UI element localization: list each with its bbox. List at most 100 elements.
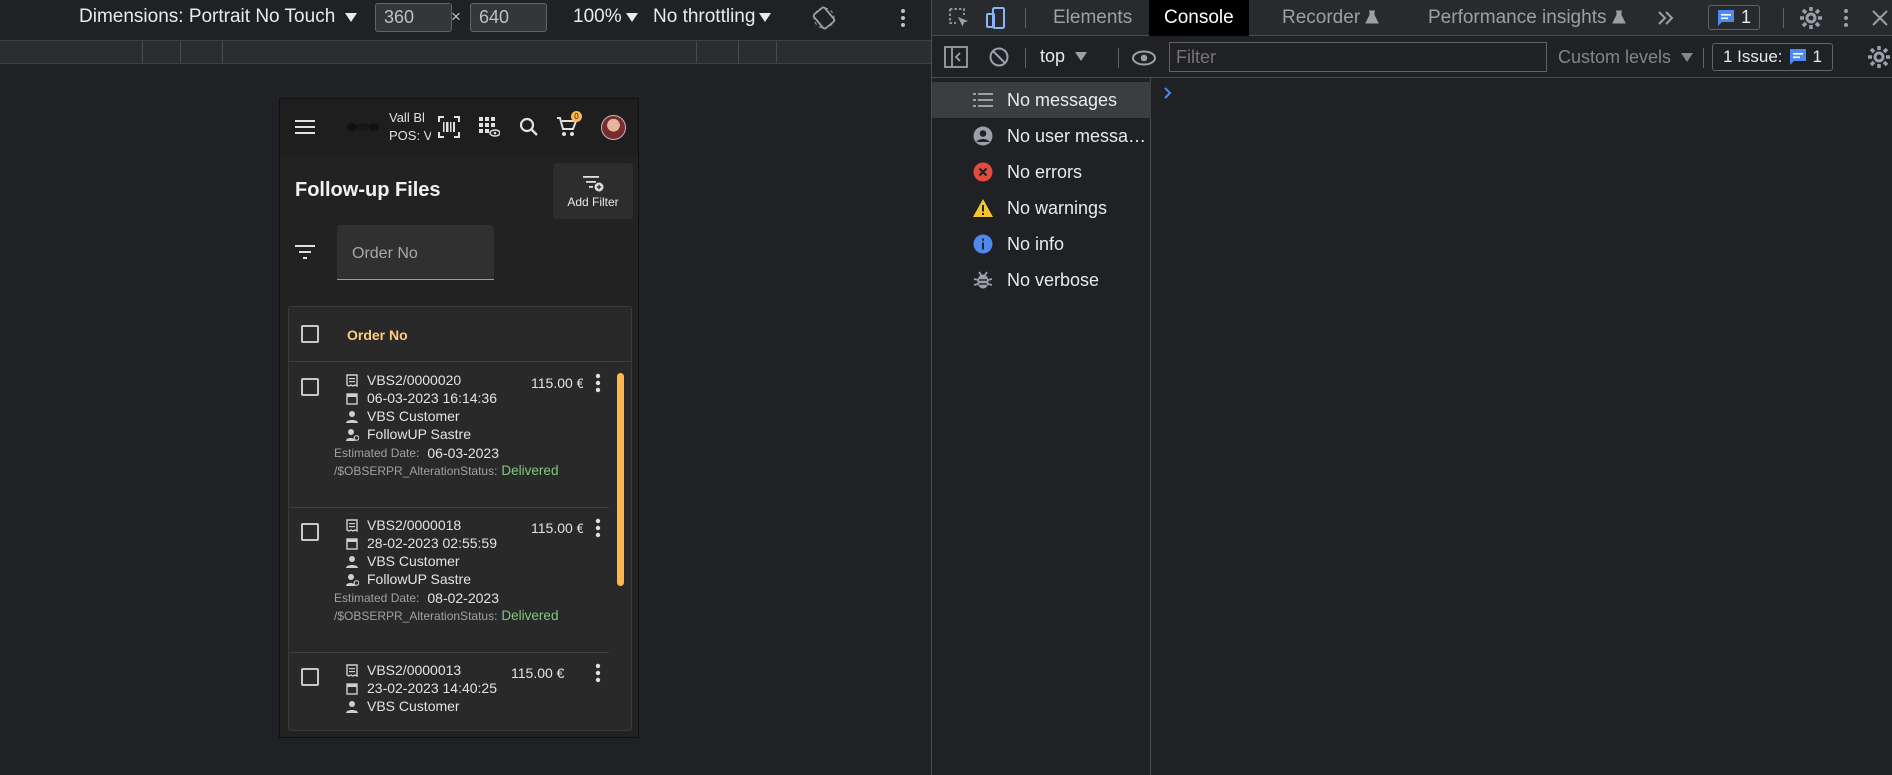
order-price: 115.00 €: [531, 520, 583, 536]
tailor-name: FollowUP Sastre: [367, 426, 472, 442]
tailor-name: FollowUP Sastre: [367, 571, 472, 587]
date-line: 28-02-2023 02:55:59: [345, 535, 497, 551]
error-icon: [973, 162, 993, 182]
console-settings-gear-icon[interactable]: [1867, 45, 1891, 69]
order-date: 23-02-2023 14:40:25: [367, 680, 497, 696]
order-price: 115.00 €: [511, 665, 565, 681]
log-levels-dropdown[interactable]: Custom levels: [1558, 47, 1694, 68]
receipt-icon: [346, 373, 358, 387]
tailor-line: FollowUP Sastre: [345, 571, 471, 587]
console-prompt-chevron-icon[interactable]: [1163, 86, 1173, 100]
sidebar-toggle-icon[interactable]: [944, 46, 968, 68]
device-toggle-icon[interactable]: [984, 6, 1008, 30]
sidebar-item-warnings[interactable]: No warnings: [932, 190, 1151, 226]
console-filter-input[interactable]: [1169, 42, 1547, 72]
barcode-scan-icon[interactable]: [437, 115, 461, 139]
row-more-vert-icon[interactable]: [591, 517, 605, 539]
select-all-checkbox[interactable]: [301, 325, 319, 343]
customer-name: VBS Customer: [367, 553, 460, 569]
filter-add-icon: [583, 175, 604, 191]
issues-counter-chip[interactable]: 1: [1708, 5, 1761, 30]
order-number: VBS2/0000018: [367, 517, 462, 533]
order-line: VBS2/0000013: [345, 662, 461, 678]
sidebar-item-info[interactable]: No info: [932, 226, 1151, 262]
tab-elements[interactable]: Elements: [1037, 0, 1148, 36]
follow-up-table: Order No VBS2/0000020 06-03-2023 16:14:3…: [288, 306, 632, 731]
filter-list-icon[interactable]: [295, 245, 315, 259]
add-filter-button[interactable]: Add Filter: [553, 163, 633, 219]
inspect-element-icon[interactable]: [947, 6, 971, 30]
execution-context-dropdown[interactable]: top: [1040, 46, 1088, 67]
device-width-input[interactable]: [375, 3, 452, 32]
row-checkbox[interactable]: [301, 668, 319, 686]
app-bar: Vall Bl POS: V 0: [280, 99, 638, 155]
calendar-icon: [346, 537, 358, 550]
sidebar-item-user-messages[interactable]: No user messa…: [932, 118, 1151, 154]
message-icon: [1789, 49, 1806, 65]
row-checkbox[interactable]: [301, 523, 319, 541]
customer-name: VBS Customer: [367, 408, 460, 424]
dimensions-label: Dimensions: Portrait No Touch: [79, 6, 336, 27]
dimensions-dropdown[interactable]: Dimensions: Portrait No Touch: [79, 6, 358, 28]
table-row[interactable]: VBS2/0000018 28-02-2023 02:55:59 VBS Cus…: [289, 508, 609, 653]
issues-label: 1 Issue:: [1723, 47, 1783, 66]
alteration-status-line: /$OBSERPR_AlterationStatus: Delivered: [334, 608, 558, 623]
close-icon[interactable]: [1868, 6, 1892, 30]
tab-performance-insights[interactable]: Performance insights: [1412, 0, 1642, 36]
zoom-dropdown[interactable]: 100%: [573, 6, 638, 28]
sidebar-item-verbose[interactable]: No verbose: [932, 262, 1151, 298]
warning-icon: [973, 198, 993, 217]
clear-console-icon[interactable]: [988, 46, 1010, 68]
issues-button[interactable]: 1 Issue: 1: [1712, 43, 1834, 71]
issues-chip-count: 1: [1741, 7, 1752, 27]
row-more-vert-icon[interactable]: [591, 372, 605, 394]
experiment-flask-icon: [1611, 10, 1626, 24]
status-badge: Delivered: [501, 608, 559, 623]
recorder-label: Recorder: [1282, 7, 1361, 28]
table-row[interactable]: VBS2/0000020 06-03-2023 16:14:36 VBS Cus…: [289, 363, 609, 508]
receipt-icon: [346, 518, 358, 532]
devtools-menu-icon[interactable]: [1834, 6, 1858, 30]
table-scrollbar[interactable]: [617, 373, 624, 586]
menu-icon[interactable]: [294, 115, 318, 139]
settings-gear-icon[interactable]: [1799, 6, 1823, 30]
console-toolbar: top Custom levels 1 Issue: 1: [932, 36, 1892, 78]
rotate-icon[interactable]: [812, 6, 836, 30]
throttling-dropdown[interactable]: No throttling: [653, 6, 772, 28]
bug-icon: [973, 271, 993, 289]
apps-visibility-icon[interactable]: [477, 115, 501, 139]
user-avatar[interactable]: [601, 115, 626, 140]
search-icon[interactable]: [517, 115, 541, 139]
customer-line: VBS Customer: [345, 553, 460, 569]
screen: Dimensions: Portrait No Touch × 100% No …: [0, 0, 1892, 775]
order-no-placeholder: Order No: [352, 245, 418, 262]
table-row[interactable]: VBS2/0000013 23-02-2023 14:40:25 VBS Cus…: [289, 653, 609, 730]
page-title: Follow-up Files: [295, 179, 441, 201]
status-badge: Delivered: [501, 463, 559, 478]
estimated-date-label: Estimated Date:: [334, 591, 420, 605]
alteration-status-line: /$OBSERPR_AlterationStatus: Delivered: [334, 463, 558, 478]
order-no-column-header[interactable]: Order No: [347, 327, 408, 343]
media-query-ruler[interactable]: [0, 40, 931, 64]
row-checkbox[interactable]: [301, 378, 319, 396]
sidebar-item-label: No info: [1007, 233, 1065, 254]
sidebar-item-label: No user messa…: [1007, 125, 1147, 146]
tab-console[interactable]: Console: [1149, 0, 1249, 36]
sidebar-item-errors[interactable]: No errors: [932, 154, 1151, 190]
sidebar-item-messages[interactable]: No messages: [932, 82, 1151, 118]
date-line: 06-03-2023 16:14:36: [345, 390, 497, 406]
levels-label: Custom levels: [1558, 47, 1672, 67]
calendar-icon: [346, 392, 358, 405]
more-vert-icon[interactable]: [898, 6, 908, 30]
sidebar-item-label: No errors: [1007, 161, 1083, 182]
row-more-vert-icon[interactable]: [591, 662, 605, 684]
more-tabs-chevron-icon[interactable]: [1653, 6, 1677, 30]
order-no-filter-input[interactable]: Order No: [337, 225, 494, 280]
tab-recorder[interactable]: Recorder: [1266, 0, 1395, 36]
calendar-icon: [346, 682, 358, 695]
device-toolbar: Dimensions: Portrait No Touch × 100% No …: [0, 0, 931, 36]
device-height-input[interactable]: [470, 3, 547, 32]
live-expression-eye-icon[interactable]: [1132, 50, 1156, 66]
table-header: Order No: [289, 307, 631, 362]
person-icon: [346, 410, 358, 423]
